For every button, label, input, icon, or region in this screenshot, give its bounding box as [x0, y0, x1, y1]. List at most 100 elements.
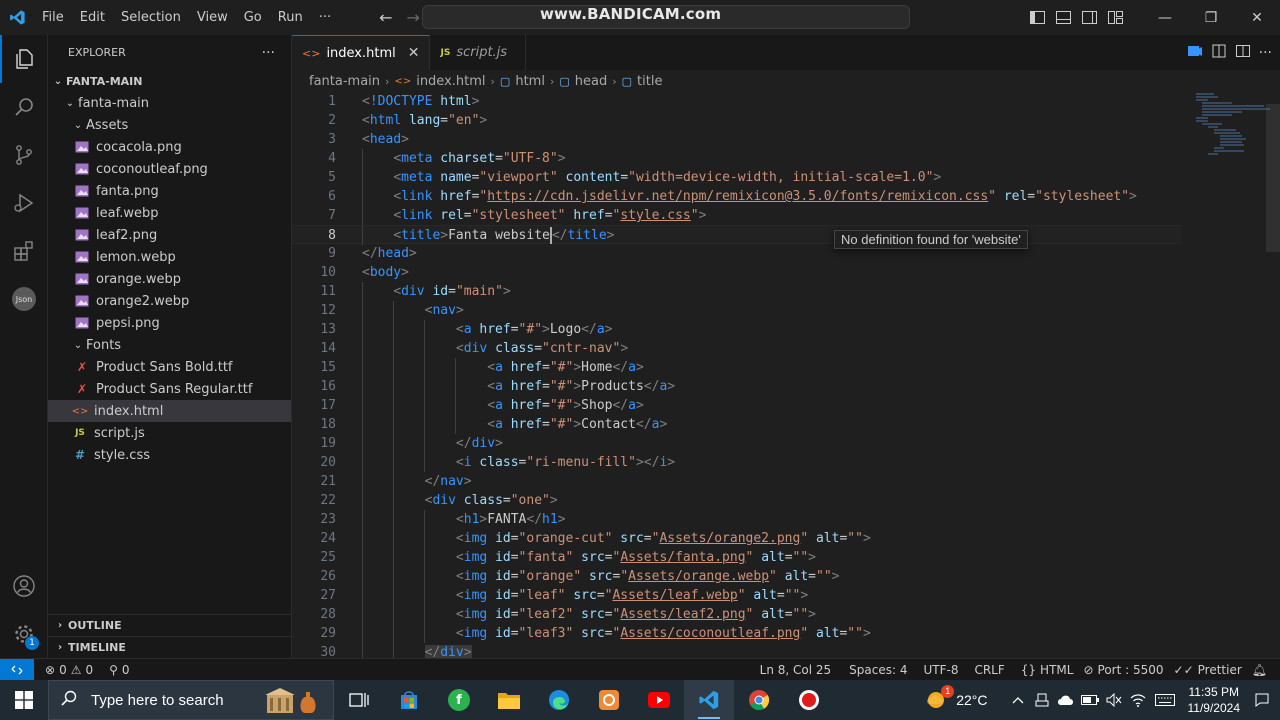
file-script-js[interactable]: JS script.js: [48, 422, 291, 444]
code-editor[interactable]: 1 <!DOCTYPE html> 2 <html lang="en"> 3 <hea…: [292, 92, 1182, 658]
workspace-root[interactable]: ⌄ FANTA-MAIN: [48, 70, 291, 92]
file-coconoutleaf[interactable]: coconoutleaf.png: [48, 158, 291, 180]
close-tab-icon[interactable]: ✕: [408, 45, 420, 61]
double-check-icon: ✓✓: [1173, 662, 1194, 677]
back-arrow-icon[interactable]: ←: [379, 8, 392, 27]
feedly-app-icon[interactable]: f: [434, 680, 484, 720]
extensions-icon[interactable]: [0, 227, 48, 275]
json-extension-icon[interactable]: Json: [0, 275, 48, 323]
vscode-taskbar-icon[interactable]: [684, 680, 734, 720]
breadcrumb-folder[interactable]: fanta-main: [309, 74, 380, 89]
weather-temperature[interactable]: 22°C: [956, 692, 987, 708]
remixicon-link[interactable]: https://cdn.jsdelivr.net/npm/remixicon@3…: [487, 189, 988, 204]
wifi-icon[interactable]: [1126, 693, 1150, 707]
bandicam-app-icon[interactable]: [584, 680, 634, 720]
folder-assets[interactable]: ⌄ Assets: [48, 114, 291, 136]
run-debug-icon[interactable]: [0, 179, 48, 227]
folder-fonts[interactable]: ⌄ Fonts: [48, 334, 291, 356]
menu-file[interactable]: File: [34, 10, 72, 25]
code-line: 3 <head>: [328, 132, 409, 147]
outline-panel[interactable]: › OUTLINE: [48, 614, 291, 636]
menu-more[interactable]: ···: [311, 10, 339, 25]
file-cocacola[interactable]: cocacola.png: [48, 136, 291, 158]
file-leaf[interactable]: leaf.webp: [48, 202, 291, 224]
customize-layout-icon[interactable]: [1102, 0, 1128, 35]
scrollbar-thumb[interactable]: [1266, 104, 1280, 252]
microsoft-store-icon[interactable]: [384, 680, 434, 720]
file-orange[interactable]: orange.webp: [48, 268, 291, 290]
weather-icon[interactable]: 1: [924, 684, 955, 713]
usb-device-icon[interactable]: [1030, 693, 1054, 707]
prettier-status[interactable]: ✓✓ Prettier: [1169, 663, 1247, 677]
menu-run[interactable]: Run: [270, 10, 311, 25]
problems-indicator[interactable]: ⊗ 0 ⚠ 0: [40, 663, 98, 677]
file-product-sans-bold[interactable]: ✗ Product Sans Bold.ttf: [48, 356, 291, 378]
title-bar: File Edit Selection View Go Run ··· ← → …: [0, 0, 1280, 35]
notification-center-icon[interactable]: [1250, 693, 1274, 707]
explorer-icon[interactable]: [0, 35, 48, 83]
language-mode[interactable]: {} HTML: [1016, 663, 1079, 677]
breadcrumb-file[interactable]: index.html: [416, 74, 485, 89]
indentation[interactable]: Spaces: 4: [844, 663, 912, 677]
restore-button[interactable]: ❐: [1188, 0, 1234, 35]
file-style-css[interactable]: # style.css: [48, 444, 291, 466]
close-window-button[interactable]: ✕: [1234, 0, 1280, 35]
minimize-button[interactable]: —: [1142, 0, 1188, 35]
battery-icon[interactable]: [1078, 695, 1102, 705]
task-view-icon[interactable]: [334, 680, 384, 720]
accounts-icon[interactable]: [0, 562, 48, 610]
file-explorer-icon[interactable]: [484, 680, 534, 720]
keyboard-layout-icon[interactable]: [1150, 694, 1180, 706]
file-index-html[interactable]: <> index.html: [48, 400, 291, 422]
manage-gear-icon[interactable]: 1: [0, 610, 48, 658]
explorer-more-actions[interactable]: ···: [262, 45, 275, 61]
go-live-preview-icon[interactable]: [1187, 43, 1203, 63]
chrome-browser-icon[interactable]: [734, 680, 784, 720]
file-pepsi[interactable]: pepsi.png: [48, 312, 291, 334]
search-icon[interactable]: [0, 83, 48, 131]
toggle-secondary-sidebar-icon[interactable]: [1076, 0, 1102, 35]
tab-index-html[interactable]: <> index.html ✕: [292, 35, 431, 70]
edge-browser-icon[interactable]: [534, 680, 584, 720]
encoding[interactable]: UTF-8: [918, 663, 963, 677]
notifications-bell-icon[interactable]: 🔔︎: [1247, 663, 1272, 677]
forward-arrow-icon[interactable]: →: [407, 8, 420, 27]
toggle-primary-sidebar-icon[interactable]: [1024, 0, 1050, 35]
remote-window-icon[interactable]: [0, 658, 34, 681]
live-server-port[interactable]: ⊘ Port : 5500: [1078, 663, 1168, 677]
minimap[interactable]: [1196, 92, 1270, 192]
onedrive-cloud-icon[interactable]: [1054, 694, 1078, 706]
file-fanta[interactable]: fanta.png: [48, 180, 291, 202]
file-orange2[interactable]: orange2.webp: [48, 290, 291, 312]
windows-start-icon[interactable]: [0, 680, 48, 720]
screen-recorder-icon[interactable]: [784, 680, 834, 720]
ports-indicator[interactable]: ⚲ 0: [104, 663, 134, 677]
split-editor-icon[interactable]: [1235, 43, 1251, 63]
folder-fanta-main[interactable]: ⌄ fanta-main: [48, 92, 291, 114]
youtube-app-icon[interactable]: [634, 680, 684, 720]
timeline-panel[interactable]: › TIMELINE: [48, 636, 291, 658]
code-line: 17 <a href="#">Shop</a>: [320, 396, 644, 415]
menu-go[interactable]: Go: [236, 10, 270, 25]
breadcrumb-head[interactable]: head: [575, 74, 607, 89]
toggle-panel-icon[interactable]: [1050, 0, 1076, 35]
open-changes-icon[interactable]: [1211, 43, 1227, 63]
cursor-position[interactable]: Ln 8, Col 25: [755, 663, 837, 677]
speaker-muted-icon[interactable]: [1102, 693, 1126, 707]
menu-view[interactable]: View: [189, 10, 236, 25]
breadcrumb-title[interactable]: title: [637, 74, 662, 89]
end-of-line[interactable]: CRLF: [969, 663, 1009, 677]
file-product-sans-regular[interactable]: ✗ Product Sans Regular.ttf: [48, 378, 291, 400]
menu-edit[interactable]: Edit: [72, 10, 113, 25]
chevron-up-icon[interactable]: [1006, 696, 1030, 704]
file-lemon[interactable]: lemon.webp: [48, 246, 291, 268]
taskbar-clock[interactable]: 11:35 PM 11/9/2024: [1188, 684, 1241, 716]
taskbar-search-box[interactable]: Type here to search: [48, 680, 334, 720]
file-leaf2[interactable]: leaf2.png: [48, 224, 291, 246]
vertical-scrollbar[interactable]: [1266, 92, 1280, 658]
breadcrumb-html[interactable]: html: [515, 74, 545, 89]
source-control-icon[interactable]: [0, 131, 48, 179]
more-actions-icon[interactable]: ···: [1259, 45, 1272, 61]
menu-selection[interactable]: Selection: [113, 10, 189, 25]
tab-script-js[interactable]: JS script.js: [430, 35, 527, 70]
